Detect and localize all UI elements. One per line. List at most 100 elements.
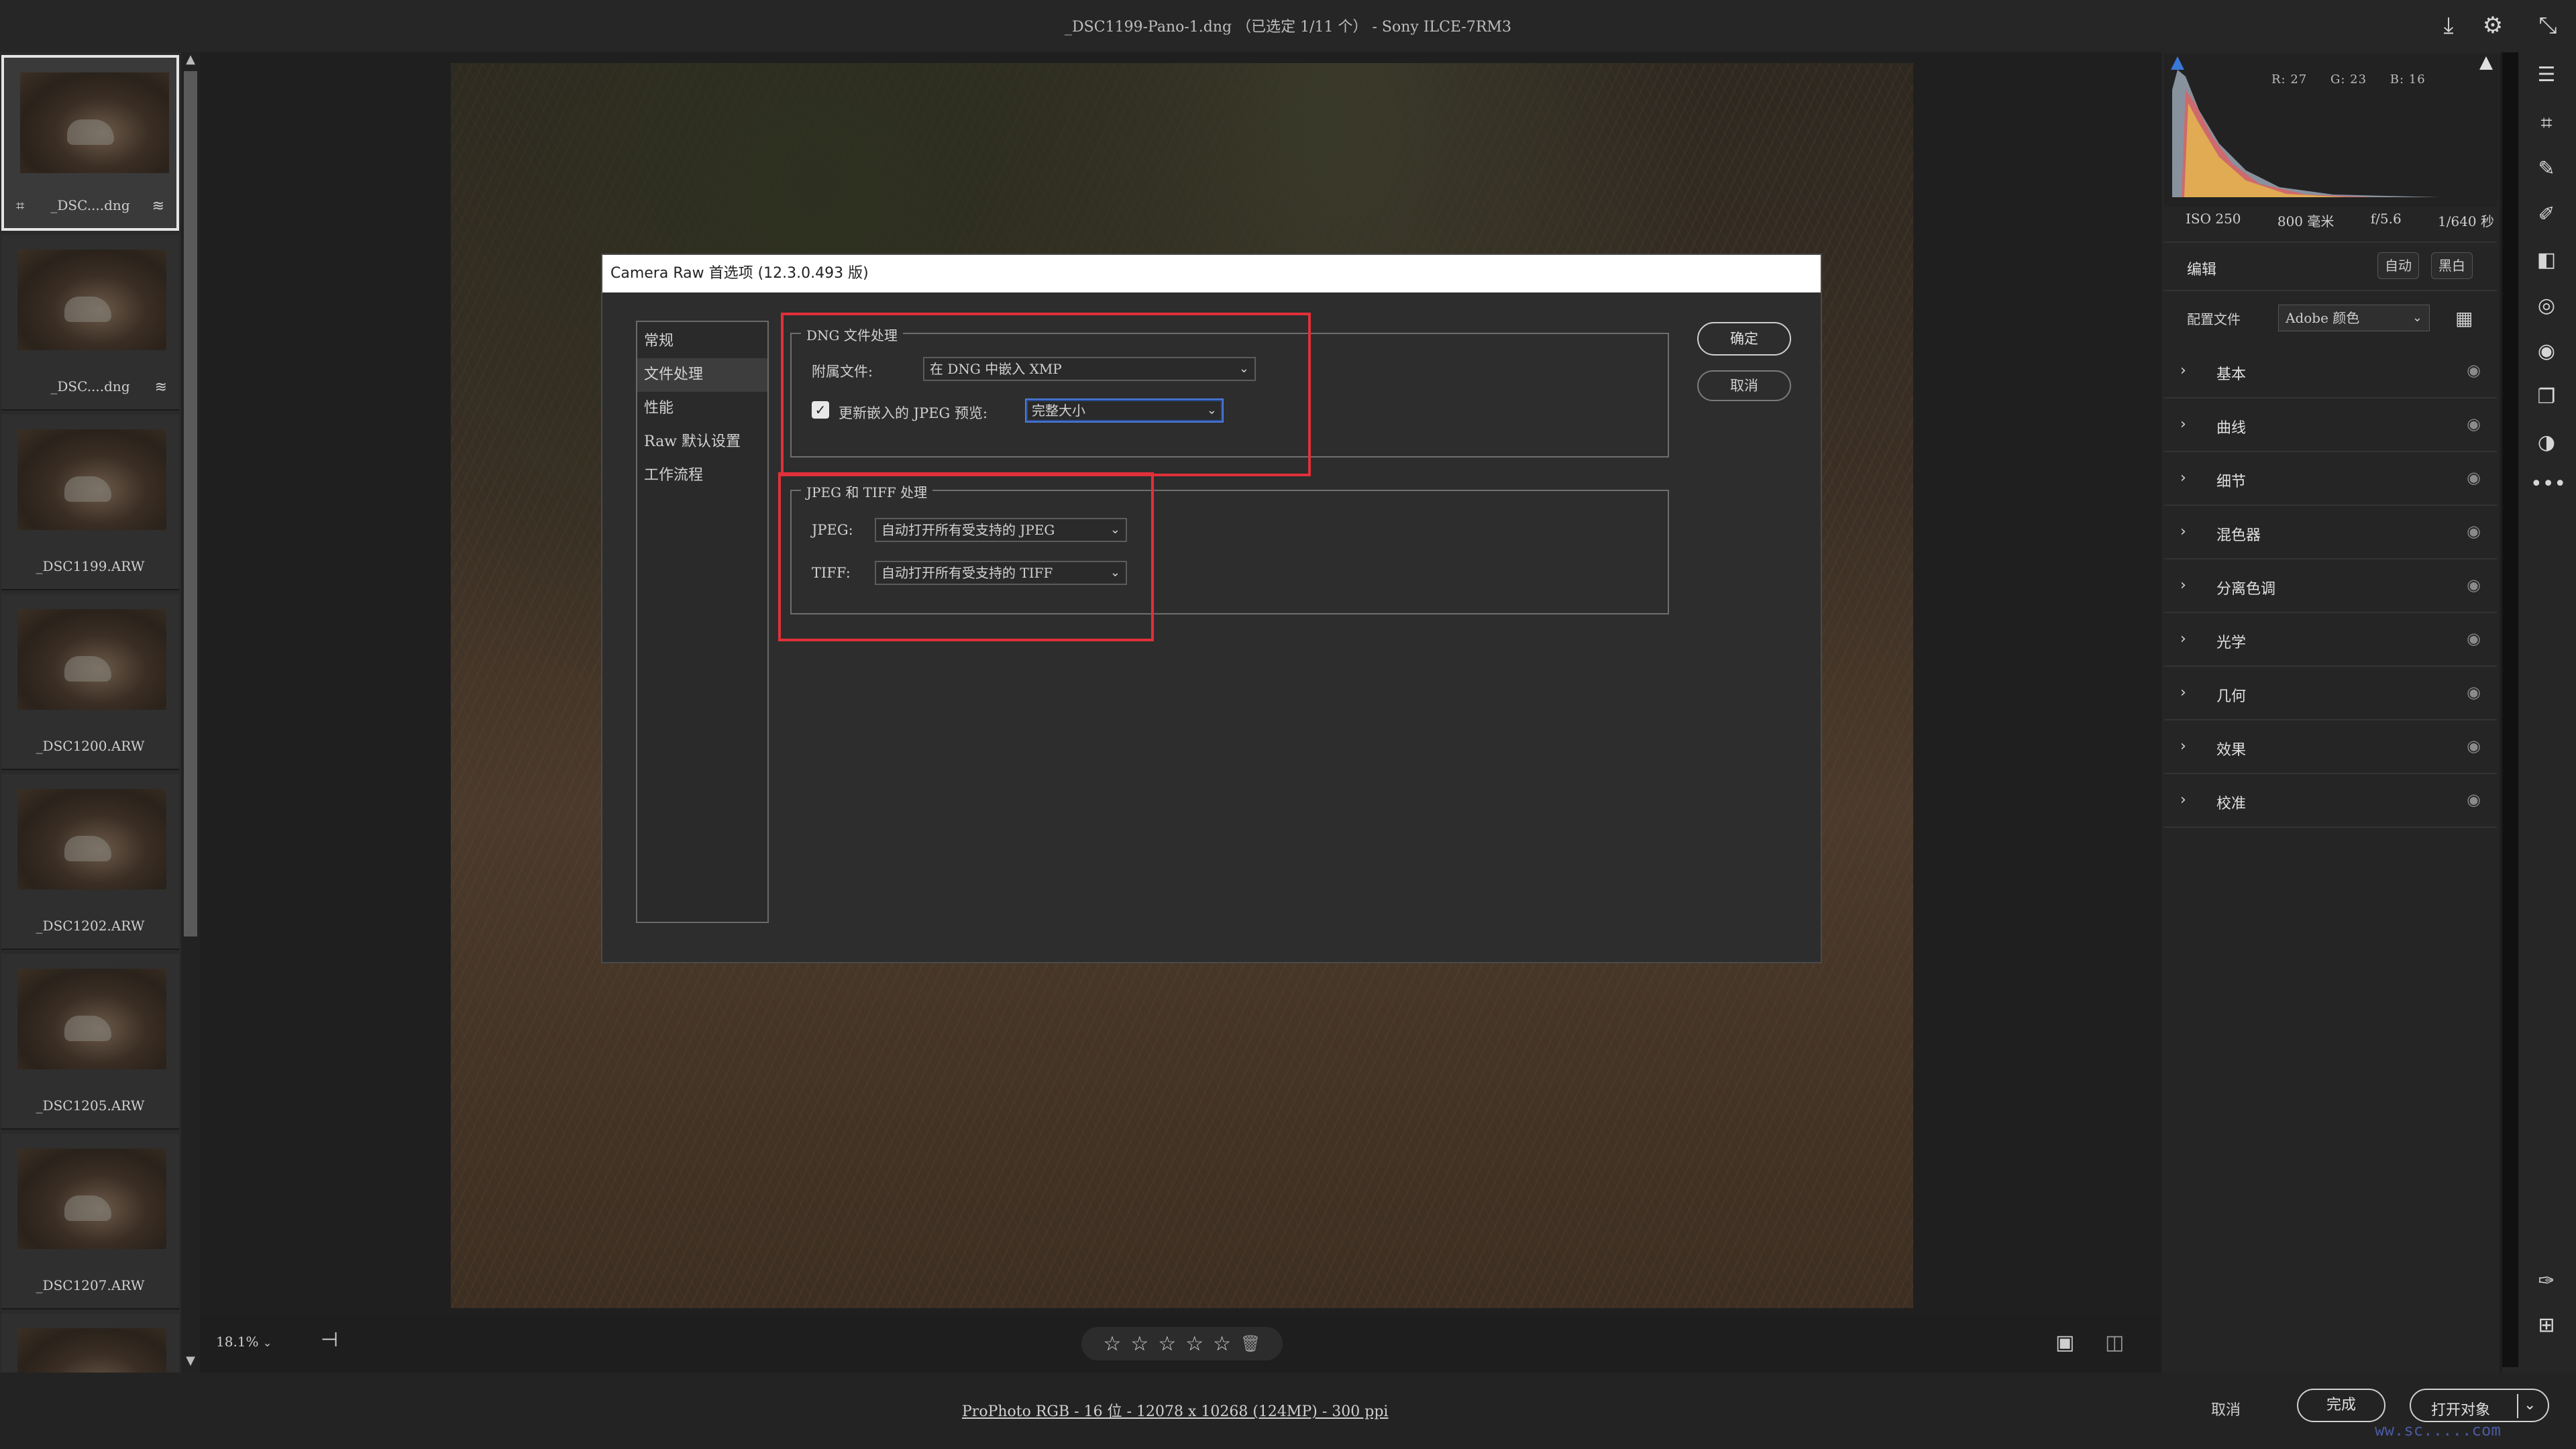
radial-tool-icon[interactable]: ◎ [2530, 290, 2563, 322]
filmstrip-item[interactable]: _DSC1207.ARW [1, 1134, 179, 1309]
nav-file-handling[interactable]: 文件处理 [637, 358, 767, 392]
thumbnail-image [17, 609, 166, 710]
dialog-title: Camera Raw 首选项 (12.3.0.493 版) [602, 255, 1821, 292]
crop-tool-icon[interactable]: ⌗ [2530, 107, 2563, 140]
chevron-down-icon: ⌄ [262, 1336, 272, 1349]
brush-tool-icon[interactable]: ✐ [2530, 199, 2563, 231]
scrollbar-thumb[interactable] [184, 71, 197, 936]
single-view-icon[interactable]: ▣ [2055, 1331, 2074, 1354]
eye-icon[interactable]: ◉ [2467, 468, 2481, 487]
section-label: 分离色调 [2216, 581, 2276, 598]
eyedropper-icon[interactable]: ✑ [2530, 1265, 2563, 1297]
eye-icon[interactable]: ◉ [2467, 415, 2481, 433]
more-icon[interactable]: ••• [2530, 468, 2566, 500]
thumbnail-image [17, 250, 166, 350]
section-label: 细节 [2216, 474, 2247, 490]
cancel-button[interactable]: 取消 [2211, 1398, 2241, 1419]
workflow-options-link[interactable]: ProPhoto RGB - 16 位 - 12078 x 10268 (124… [962, 1399, 1388, 1421]
nav-general[interactable]: 常规 [637, 325, 767, 358]
star-icon[interactable]: ☆ [1104, 1332, 1122, 1356]
eye-icon[interactable]: ◉ [2467, 361, 2481, 380]
filmstrip-item-label: _DSC....dng [50, 378, 130, 394]
rating-bar: ☆ ☆ ☆ ☆ ☆ 🗑 [1081, 1327, 1283, 1360]
filmstrip-item[interactable]: ⌗ _DSC....dng ≋ [1, 55, 179, 231]
filmstrip-item[interactable]: _DSC....dng ≋ [1, 235, 179, 411]
zoom-value: 18.1% [216, 1334, 259, 1350]
ok-button[interactable]: 确定 [1697, 322, 1791, 356]
chevron-down-icon[interactable]: ⌄ [2524, 1397, 2536, 1413]
eye-icon[interactable]: ◉ [2467, 576, 2481, 594]
section-effects[interactable]: › 效果 ◉ [2164, 720, 2497, 774]
fullscreen-icon[interactable]: ⤡ [2533, 11, 2563, 40]
trash-icon[interactable]: 🗑 [1240, 1334, 1260, 1353]
nav-workflow[interactable]: 工作流程 [637, 459, 767, 492]
watermark: ww.sc.....com [2375, 1421, 2501, 1440]
edit-sliders-icon[interactable]: ☰ [2530, 59, 2563, 91]
star-icon[interactable]: ☆ [1130, 1332, 1148, 1356]
open-object-button[interactable]: 打开对象 ⌄ [2410, 1389, 2549, 1422]
section-curve[interactable]: › 曲线 ◉ [2164, 398, 2497, 452]
before-after-icon[interactable]: ◫ [2105, 1331, 2124, 1354]
eye-icon[interactable]: ◉ [2467, 629, 2481, 648]
filmstrip-item[interactable]: _DSC1199.ARW [1, 415, 179, 590]
gradient-tool-icon[interactable]: ◧ [2530, 244, 2563, 276]
profile-value: Adobe 颜色 [2286, 310, 2360, 326]
section-calibration[interactable]: › 校准 ◉ [2164, 774, 2497, 828]
chevron-right-icon: › [2180, 684, 2186, 701]
profile-label: 配置文件 [2187, 311, 2241, 327]
histogram: R: 27 G: 23 B: 16 [2164, 54, 2498, 207]
section-detail[interactable]: › 细节 ◉ [2164, 452, 2497, 506]
section-basic[interactable]: › 基本 ◉ [2164, 345, 2497, 398]
filmstrip-item[interactable]: _DSC1205.ARW [1, 954, 179, 1130]
section-mixer[interactable]: › 混色器 ◉ [2164, 506, 2497, 559]
presets-icon[interactable]: ◑ [2530, 427, 2563, 459]
filmstrip-item[interactable]: _DSC1200.ARW [1, 594, 179, 770]
bw-button[interactable]: 黑白 [2431, 252, 2473, 279]
eye-icon[interactable]: ◉ [2467, 790, 2481, 809]
highlight-box [778, 472, 1154, 641]
chevron-right-icon: › [2180, 523, 2186, 540]
section-label: 光学 [2216, 635, 2247, 651]
edit-header: 编辑 自动 黑白 [2164, 241, 2497, 291]
snapshots-icon[interactable]: ❐ [2530, 381, 2563, 413]
filmstrip-item[interactable]: _DSC1202.ARW [1, 774, 179, 950]
eye-icon[interactable]: ◉ [2467, 522, 2481, 541]
scroll-up-icon[interactable]: ▲ [183, 52, 198, 67]
chevron-right-icon: › [2180, 738, 2186, 755]
healing-tool-icon[interactable]: ✎ [2530, 153, 2563, 185]
exif-info: ISO 250 800 毫米 f/5.6 1/640 秒 [2186, 211, 2494, 230]
section-label: 效果 [2216, 742, 2247, 759]
eye-icon[interactable]: ◉ [2467, 683, 2481, 702]
gear-icon[interactable]: ⚙ [2478, 11, 2508, 40]
green-value: G: 23 [2330, 72, 2367, 87]
filmstrip-scrollbar[interactable]: ▲ ▼ [181, 52, 200, 1373]
profile-select[interactable]: Adobe 颜色 ⌄ [2278, 305, 2430, 331]
zoom-level[interactable]: 18.1% ⌄ [216, 1334, 272, 1350]
grid-icon[interactable]: ⊞ [2530, 1309, 2563, 1342]
thumbnail-image [17, 1328, 166, 1373]
filmstrip-toggle-icon[interactable]: ⊣ [321, 1328, 338, 1352]
iso-value: ISO 250 [2186, 211, 2241, 227]
edit-title: 编辑 [2187, 262, 2217, 278]
profile-browser-icon[interactable]: ▦ [2455, 307, 2473, 329]
panel-scrollbar[interactable] [2502, 52, 2518, 1367]
cancel-dialog-button[interactable]: 取消 [1697, 370, 1791, 401]
done-button[interactable]: 完成 [2297, 1389, 2385, 1422]
section-geometry[interactable]: › 几何 ◉ [2164, 667, 2497, 720]
red-eye-icon[interactable]: ◉ [2530, 335, 2563, 368]
blue-value: B: 16 [2390, 72, 2426, 87]
star-icon[interactable]: ☆ [1213, 1332, 1231, 1356]
scroll-down-icon[interactable]: ▼ [183, 1354, 198, 1368]
save-icon[interactable]: ⤓ [2434, 11, 2463, 40]
filmstrip-item[interactable] [1, 1313, 179, 1373]
highlight-clipping-icon[interactable] [2479, 56, 2493, 70]
auto-button[interactable]: 自动 [2377, 252, 2419, 279]
star-icon[interactable]: ☆ [1158, 1332, 1176, 1356]
nav-performance[interactable]: 性能 [637, 392, 767, 425]
nav-raw-defaults[interactable]: Raw 默认设置 [637, 425, 767, 459]
section-split-toning[interactable]: › 分离色调 ◉ [2164, 559, 2497, 613]
eye-icon[interactable]: ◉ [2467, 737, 2481, 755]
chevron-right-icon: › [2180, 577, 2186, 594]
section-optics[interactable]: › 光学 ◉ [2164, 613, 2497, 667]
star-icon[interactable]: ☆ [1185, 1332, 1203, 1356]
